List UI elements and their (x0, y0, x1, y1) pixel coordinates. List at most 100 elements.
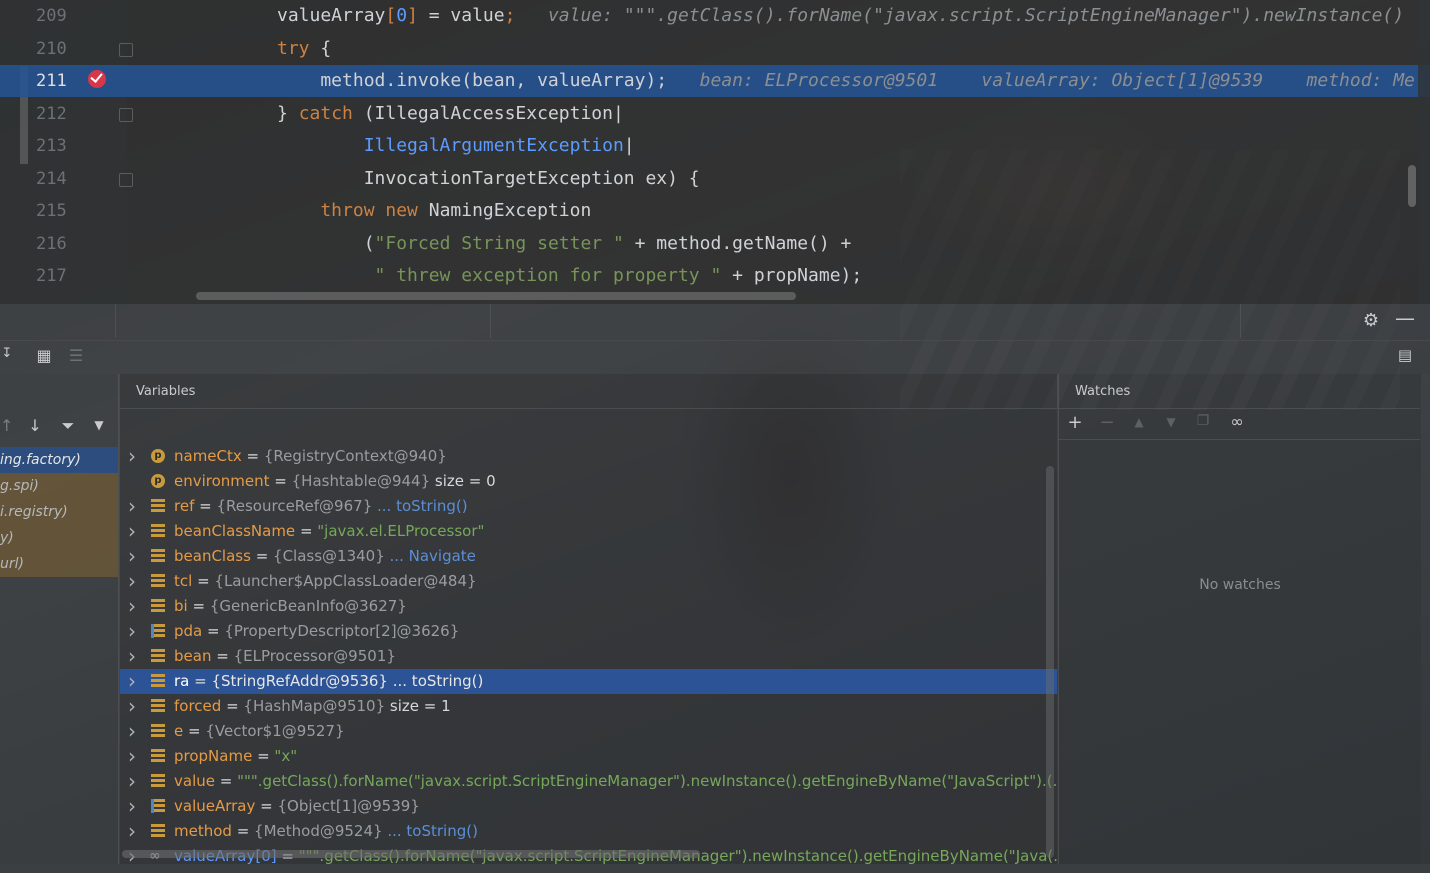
stack-frame-item[interactable]: g.spi) (0, 473, 118, 499)
variable-action-link[interactable]: ... toString() (388, 672, 484, 690)
variable-row[interactable]: › valueArray = {Object[1]@9539} (120, 794, 1057, 819)
stack-frame-item[interactable]: url) (0, 551, 118, 577)
field-icon (151, 774, 165, 788)
move-down-icon[interactable]: ▼ (1162, 415, 1180, 429)
code-token: throw new (277, 200, 418, 221)
field-icon (151, 574, 165, 588)
editor-horizontal-scrollbar[interactable] (196, 292, 796, 300)
variable-row[interactable]: › value = """.getClass().forName("javax.s… (120, 769, 1057, 794)
variable-row[interactable]: › bi = {GenericBeanInfo@3627} (120, 594, 1057, 619)
code-token: + method.getName() + (623, 232, 852, 254)
variable-row[interactable]: › bean = {ELProcessor@9501} (120, 644, 1057, 669)
code-editor[interactable]: 209 valueArray[0] = value; value: """.get… (0, 0, 1430, 304)
expand-chevron-icon[interactable]: › (128, 719, 136, 744)
variable-row[interactable]: › beanClass = {Class@1340} ... Navigate (120, 544, 1057, 569)
variable-name: beanClassName (174, 522, 296, 540)
expand-chevron-icon[interactable]: › (128, 819, 136, 844)
variable-row[interactable]: › ref = {ResourceRef@967} ... toString() (120, 494, 1057, 519)
code-line[interactable]: 209 valueArray[0] = value; value: """.get… (0, 0, 1430, 32)
expand-chevron-icon[interactable]: › (128, 569, 136, 594)
expand-chevron-icon[interactable]: › (128, 544, 136, 569)
code-line[interactable]: 212} catch (IllegalAccessException| (0, 98, 1430, 130)
variable-string-value: """.getClass().forName("javax.script.Scr… (237, 772, 1057, 790)
code-text: try { (277, 33, 331, 65)
stack-frame-item[interactable]: i.registry) (0, 499, 118, 525)
equals-sign: = (202, 622, 225, 640)
variable-value: {StringRefAddr@9536} (211, 672, 388, 690)
move-up-icon[interactable]: ▲ (1130, 415, 1148, 429)
code-line[interactable]: 216 ("Forced String setter " + method.ge… (0, 228, 1430, 260)
add-watch-icon[interactable]: + (1066, 412, 1084, 433)
copy-icon[interactable]: ❐ (1194, 413, 1212, 429)
step-icon[interactable]: ↧ (0, 346, 14, 361)
code-line[interactable]: 215 throw new NamingException (0, 195, 1430, 227)
variable-value: {Method@9524} (254, 822, 383, 840)
expand-chevron-icon[interactable]: › (128, 694, 136, 719)
expand-chevron-icon[interactable]: › (128, 669, 136, 694)
expand-chevron-icon[interactable]: › (128, 494, 136, 519)
expand-chevron-icon[interactable]: › (128, 644, 136, 669)
remove-watch-icon[interactable]: − (1098, 412, 1116, 433)
variable-action-link[interactable]: ... Navigate (385, 547, 476, 565)
expand-chevron-icon[interactable]: › (128, 444, 136, 469)
variable-row[interactable]: › pda = {PropertyDescriptor[2]@3626} (120, 619, 1057, 644)
variable-row[interactable]: › e = {Vector$1@9527} (120, 719, 1057, 744)
variable-action-link[interactable]: ... toString() (372, 497, 468, 515)
stack-frame-item[interactable]: ing.factory) (0, 447, 118, 473)
breakpoint-icon[interactable] (88, 70, 106, 88)
expand-chevron-icon[interactable]: › (128, 519, 136, 544)
stack-frame-item[interactable]: y) (0, 525, 118, 551)
expand-chevron-icon[interactable]: › (128, 619, 136, 644)
arrow-up-icon[interactable]: ↑ (0, 416, 13, 435)
variable-row[interactable]: p environment = {Hashtable@944} size = 0 (120, 469, 1057, 494)
status-bar (0, 864, 1430, 873)
variable-size: size = 0 (430, 472, 496, 490)
expand-chevron-icon[interactable]: › (128, 769, 136, 794)
expand-chevron-icon[interactable]: › (128, 794, 136, 819)
code-line[interactable]: 217 " threw exception for property " + p… (0, 260, 1430, 292)
watches-panel: Watches No watches (1058, 374, 1421, 864)
code-line[interactable]: 214 InvocationTargetException ex) { (0, 163, 1430, 195)
code-token: InvocationTargetException ex) { (277, 167, 700, 189)
variable-row[interactable]: › tcl = {Launcher$AppClassLoader@484} (120, 569, 1057, 594)
chevron-down-icon[interactable]: ▼ (90, 418, 108, 432)
variables-vertical-scrollbar[interactable] (1046, 466, 1054, 858)
arrow-down-icon[interactable]: ↓ (26, 416, 44, 435)
variable-row[interactable]: › forced = {HashMap@9510} size = 1 (120, 694, 1057, 719)
code-token: value (450, 5, 505, 26)
variable-value: {Class@1340} (273, 547, 385, 565)
glasses-icon[interactable]: ∞ (1224, 412, 1250, 431)
code-line[interactable]: 210 try { (0, 33, 1430, 65)
code-token: 0 (396, 5, 408, 26)
variable-text: beanClassName = "javax.el.ELProcessor" (174, 519, 484, 544)
variable-action-link[interactable]: ... toString() (383, 822, 478, 840)
current-execution-line[interactable]: 211 method.invoke(bean, valueArray); bea… (0, 65, 1430, 97)
fold-marker-icon[interactable] (119, 107, 133, 122)
fold-marker-icon[interactable] (119, 172, 133, 187)
variable-text: forced = {HashMap@9510} size = 1 (174, 694, 451, 719)
expand-chevron-icon[interactable]: › (128, 744, 136, 769)
field-icon (151, 674, 165, 688)
gear-icon[interactable]: ⚙ (1360, 310, 1382, 331)
filter-icon[interactable]: ⏷ (58, 416, 78, 436)
threads-icon[interactable]: ☰ (66, 346, 86, 365)
layout-icon[interactable]: ▤ (1394, 346, 1416, 364)
expand-chevron-icon[interactable]: › (128, 594, 136, 619)
code-line[interactable]: 213 IllegalArgumentException| (0, 130, 1430, 162)
variables-horizontal-scrollbar[interactable] (122, 850, 700, 858)
variable-name: bean (174, 647, 212, 665)
table-icon[interactable]: ▦ (34, 346, 54, 365)
variable-row[interactable]: › beanClassName = "javax.el.ELProcessor" (120, 519, 1057, 544)
parameter-icon: p (151, 474, 165, 488)
code-token: valueArray (277, 5, 386, 26)
editor-vertical-scrollbar[interactable] (1408, 165, 1416, 207)
variable-row[interactable]: › propName = "x" (120, 744, 1057, 769)
minimize-icon[interactable]: — (1394, 306, 1416, 330)
variable-row[interactable]: name = {CompositeName@9707} ... toString… (120, 400, 1057, 409)
fold-marker-icon[interactable] (119, 42, 133, 57)
variable-row[interactable]: › ra = {StringRefAddr@9536} ... toString(… (120, 669, 1057, 694)
variable-row[interactable]: › method = {Method@9524} ... toString() (120, 819, 1057, 844)
field-icon (151, 524, 165, 538)
variable-row[interactable]: › p nameCtx = {RegistryContext@940} (120, 444, 1057, 469)
equals-sign: = (214, 772, 238, 790)
